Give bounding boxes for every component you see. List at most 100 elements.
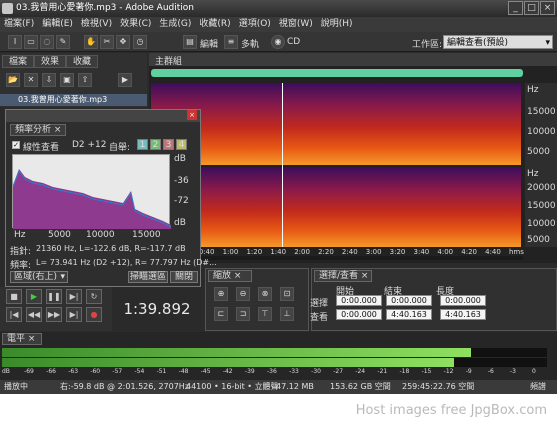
tab-frequency-analysis[interactable]: 頻率分析 × (10, 124, 66, 136)
fast-forward-icon[interactable]: ▶▶ (46, 307, 62, 322)
scan-selection-button[interactable]: 掃瞄選區 (128, 271, 168, 283)
menu-generate[interactable]: 生成(G) (155, 17, 195, 32)
ruler-tick: hms (509, 248, 524, 256)
level-tick: -15 (421, 368, 432, 375)
marquee-tool-icon[interactable]: ▭ (24, 35, 38, 49)
go-to-end-icon[interactable]: ▶| (66, 307, 82, 322)
export-icon[interactable]: ⇧ (78, 73, 92, 87)
zoom-out-vertical-icon[interactable]: ⊥ (280, 307, 294, 321)
tab-zoom[interactable]: 縮放 × (208, 270, 252, 282)
zoom-in-vertical-icon[interactable]: ⊤ (258, 307, 272, 321)
hold-button-2[interactable]: 2 (150, 139, 161, 150)
multitrack-view-button[interactable]: 多軌 (241, 37, 259, 50)
lasso-tool-icon[interactable]: ◌ (40, 35, 54, 49)
brush-tool-icon[interactable]: ✎ (56, 35, 70, 49)
overview-bar[interactable] (151, 69, 523, 77)
tab-effects[interactable]: 效果 (34, 55, 67, 68)
menu-window[interactable]: 視窗(W) (275, 17, 317, 32)
spectrum-right-channel[interactable] (151, 167, 521, 247)
freq-tick: 15000 (527, 201, 556, 211)
view-length-field[interactable]: 4:40.163 (440, 309, 486, 320)
zoom-in-horizontal-icon[interactable]: ⊕ (214, 287, 228, 301)
hz-tick: 10000 (86, 230, 115, 240)
hand-tool-icon[interactable]: ✋ (84, 35, 98, 49)
hold-button-1[interactable]: 1 (137, 139, 148, 150)
play-icon[interactable]: ▶ (26, 289, 42, 304)
tab-files[interactable]: 檔案 (2, 55, 35, 68)
ruler-tick: 2:40 (341, 248, 358, 256)
record-icon[interactable]: ● (86, 307, 102, 322)
tab-selection-view[interactable]: 選擇/查看 × (314, 270, 372, 282)
hold-button-3[interactable]: 3 (163, 139, 174, 150)
status-bar: 播放中 右:-59.8 dB @ 2:01.526, 2707Hz 44100 … (0, 380, 557, 394)
view-start-field[interactable]: 0:00.000 (336, 309, 382, 320)
loop-icon[interactable]: ↻ (86, 289, 102, 304)
pause-icon[interactable]: ❚❚ (46, 289, 62, 304)
ruler-tick: 3:00 (365, 248, 382, 256)
rewind-icon[interactable]: ◀◀ (26, 307, 42, 322)
level-tick: 0 (532, 368, 536, 375)
file-list-item[interactable]: 03.我曾用心愛著你.mp3 (0, 94, 147, 106)
selection-start-field[interactable]: 0:00.000 (336, 295, 382, 306)
level-tick: -27 (333, 368, 344, 375)
selection-end-field[interactable]: 0:00.000 (386, 295, 432, 306)
minimize-button[interactable]: _ (508, 1, 523, 15)
import-icon[interactable]: ⇩ (42, 73, 56, 87)
cd-view-icon: ◉ (271, 35, 285, 49)
zoom-right-edge-icon[interactable]: ⊐ (236, 307, 250, 321)
zoom-left-edge-icon[interactable]: ⊏ (214, 307, 228, 321)
tab-levels[interactable]: 電平 × (2, 333, 42, 345)
menu-effects[interactable]: 效果(C) (116, 17, 155, 32)
spectrum-left-channel[interactable] (151, 83, 521, 165)
go-to-start-icon[interactable]: |◀ (6, 307, 22, 322)
tab-favorites[interactable]: 收藏 (66, 55, 99, 68)
freq-tick: 20000 (527, 183, 556, 193)
view-end-field[interactable]: 4:40.163 (386, 309, 432, 320)
close-file-icon[interactable]: ✕ (24, 73, 38, 87)
hz-tick: Hz (14, 230, 26, 240)
frequency-graph[interactable] (12, 154, 172, 229)
playhead-marker[interactable] (282, 83, 283, 247)
ruler-tick: 4:20 (461, 248, 477, 256)
maximize-button[interactable]: □ (524, 1, 539, 15)
move-tool-icon[interactable]: ✥ (116, 35, 130, 49)
stop-icon[interactable]: ■ (6, 289, 22, 304)
db-tick: dB (174, 154, 186, 164)
cursor-tool-icon[interactable]: I (8, 35, 22, 49)
workspace-select[interactable]: 編輯查看(預設) ▾ (443, 35, 553, 49)
menu-edit[interactable]: 編輯(E) (38, 17, 77, 32)
time-tool-icon[interactable]: ◷ (133, 35, 147, 49)
level-tick: -24 (355, 368, 366, 375)
play-to-end-icon[interactable]: ▶| (66, 289, 82, 304)
menu-file[interactable]: 檔案(F) (0, 17, 38, 32)
close-button[interactable]: × (540, 1, 555, 15)
selection-tab-label: 選擇/查看 (319, 271, 359, 281)
close-icon[interactable]: × (187, 110, 197, 120)
razor-tool-icon[interactable]: ✂ (100, 35, 114, 49)
status-format: 44100 • 16-bit • 立體聲 (186, 382, 279, 391)
linear-view-checkbox[interactable]: ✓ (12, 141, 20, 149)
ruler-tick: 4:40 (485, 248, 501, 256)
menu-favorites[interactable]: 收藏(R) (195, 17, 234, 32)
freq-tick: 5000 (527, 235, 550, 245)
cursor-value: 21360 Hz, L=-122.6 dB, R=-117.7 dB (36, 244, 186, 253)
hold-button-4[interactable]: 4 (176, 139, 187, 150)
area-select[interactable]: 區域(右上) ▾ (10, 271, 68, 283)
close-panel-button[interactable]: 關閉 (170, 271, 198, 283)
zoom-out-full-icon[interactable]: ⊗ (258, 287, 272, 301)
insert-icon[interactable]: ▣ (60, 73, 74, 87)
play-preview-icon[interactable]: ▶ (118, 73, 132, 87)
cd-view-button[interactable]: CD (287, 37, 300, 47)
selection-length-field[interactable]: 0:00.000 (440, 295, 486, 306)
open-file-icon[interactable]: 📂 (6, 73, 20, 87)
menu-view[interactable]: 檢視(V) (77, 17, 116, 32)
db-tick: -72 (174, 196, 189, 206)
level-tick: -9 (465, 368, 472, 375)
zoom-selection-icon[interactable]: ⊡ (280, 287, 294, 301)
time-display: 1:39.892 (112, 287, 202, 331)
menu-options[interactable]: 選項(O) (235, 17, 275, 32)
edit-view-button[interactable]: 編輯 (200, 37, 218, 50)
chevron-down-icon: ▾ (545, 38, 550, 48)
zoom-out-horizontal-icon[interactable]: ⊖ (236, 287, 250, 301)
menu-help[interactable]: 說明(H) (317, 17, 357, 32)
